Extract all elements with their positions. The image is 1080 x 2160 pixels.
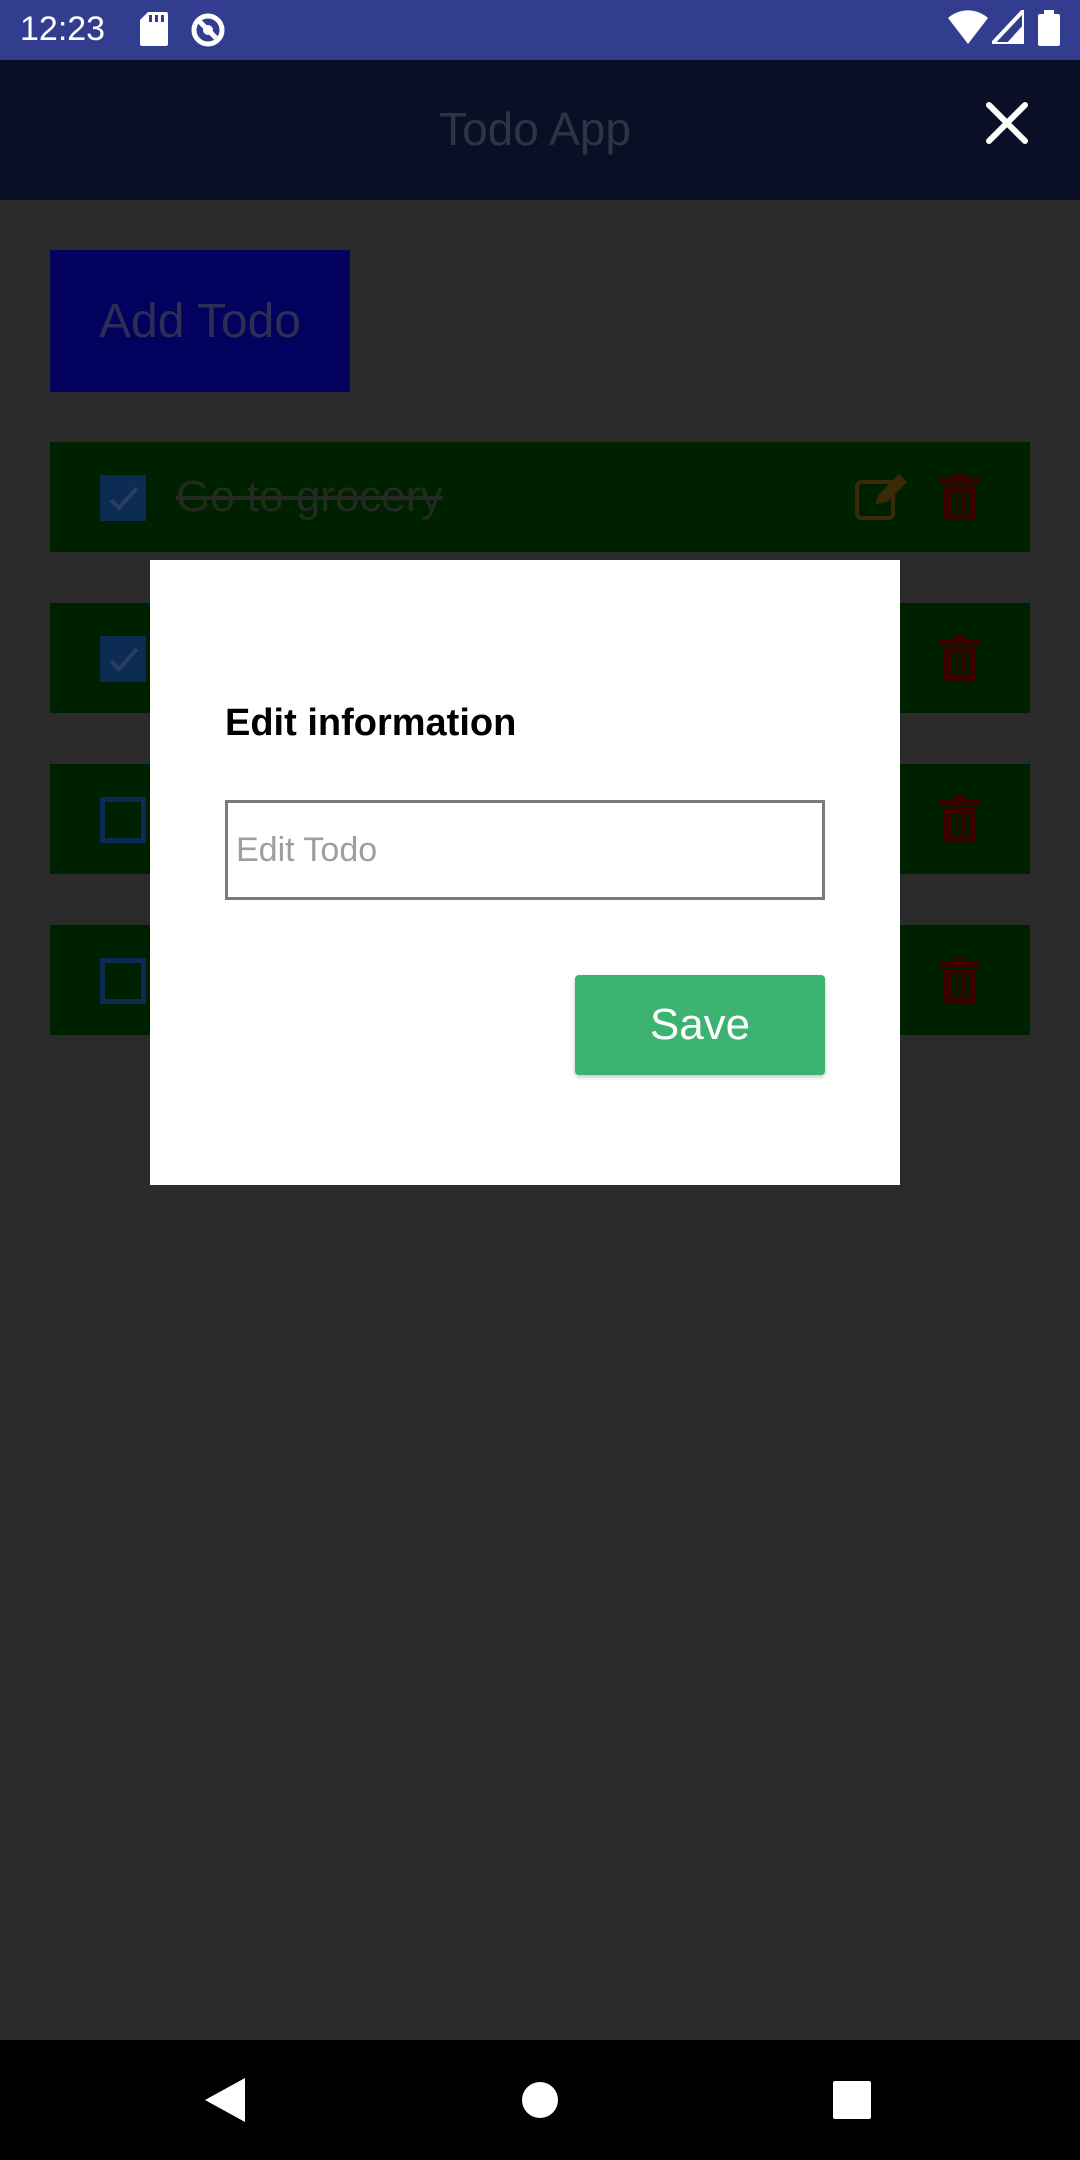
home-icon: [522, 2082, 558, 2118]
navigation-bar: [0, 2040, 1080, 2160]
dialog-title: Edit information: [225, 702, 517, 744]
check-icon: [109, 486, 139, 511]
todo-checkbox[interactable]: [100, 958, 146, 1004]
add-todo-button[interactable]: Add Todo: [50, 250, 350, 392]
todo-checkbox[interactable]: [100, 797, 146, 843]
signal-icon: [987, 4, 1026, 49]
trash-icon[interactable]: [940, 635, 980, 686]
trash-icon[interactable]: [940, 796, 980, 847]
sd-card-icon: [140, 12, 168, 51]
todo-row[interactable]: Go to grocery: [50, 442, 1030, 552]
edit-dialog: Edit information Save: [150, 560, 900, 1185]
back-icon: [205, 2078, 245, 2122]
todo-checkbox[interactable]: [100, 636, 146, 682]
app-bar: Todo App: [0, 60, 1080, 200]
todo-text: Go to grocery: [176, 472, 443, 521]
close-icon: [986, 102, 1028, 144]
close-button[interactable]: [974, 90, 1040, 156]
edit-icon[interactable]: [855, 474, 907, 525]
trash-icon[interactable]: [940, 474, 980, 525]
edit-todo-input[interactable]: [225, 800, 825, 900]
check-icon: [109, 647, 139, 672]
back-button[interactable]: [195, 2070, 255, 2130]
status-time: 12:23: [20, 10, 106, 48]
status-bar: 12:23: [0, 0, 1080, 60]
wifi-icon: [948, 10, 988, 49]
todo-checkbox[interactable]: [100, 475, 146, 521]
sync-icon: [190, 12, 226, 53]
trash-icon[interactable]: [940, 957, 980, 1008]
battery-icon: [1038, 10, 1060, 51]
save-button[interactable]: Save: [575, 975, 825, 1075]
app-title: Todo App: [439, 103, 631, 155]
home-button[interactable]: [510, 2070, 570, 2130]
recents-icon: [833, 2081, 871, 2119]
recents-button[interactable]: [822, 2070, 882, 2130]
